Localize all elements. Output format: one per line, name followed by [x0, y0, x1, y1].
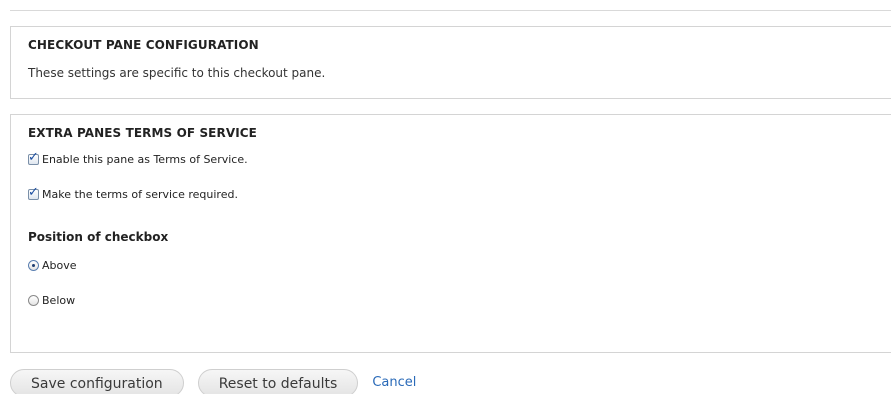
enable-terms-pane-checkbox[interactable]: ✓ — [28, 150, 39, 165]
position-above-label: Above — [42, 259, 77, 272]
extra-panes-terms-legend: EXTRA PANES TERMS OF SERVICE — [28, 126, 257, 140]
checkmark-icon: ✓ — [28, 185, 39, 200]
page: CHECKOUT PANE CONFIGURATION These settin… — [0, 0, 891, 394]
position-of-checkbox-title: Position of checkbox — [28, 230, 169, 244]
extra-panes-terms-fieldset: EXTRA PANES TERMS OF SERVICE ✓ Enable th… — [10, 114, 891, 353]
terms-required-checkbox[interactable]: ✓ — [28, 185, 39, 200]
checkout-pane-description: These settings are specific to this chec… — [28, 66, 326, 80]
position-above-option[interactable]: Above — [28, 259, 77, 272]
radio-selected-dot-icon — [32, 264, 35, 267]
enable-terms-pane-label: Enable this pane as Terms of Service. — [42, 153, 248, 166]
position-below-label: Below — [42, 294, 76, 307]
checkout-pane-configuration-fieldset: CHECKOUT PANE CONFIGURATION These settin… — [10, 26, 891, 99]
terms-required-label: Make the terms of service required. — [42, 188, 238, 201]
form-actions: Save configuration Reset to defaults Can… — [10, 369, 416, 394]
checkmark-icon: ✓ — [28, 150, 39, 165]
reset-to-defaults-button[interactable]: Reset to defaults — [197, 369, 359, 394]
position-below-radio[interactable] — [28, 295, 39, 306]
checkout-pane-configuration-legend: CHECKOUT PANE CONFIGURATION — [28, 38, 259, 52]
position-above-radio[interactable] — [28, 260, 39, 271]
terms-required-option[interactable]: ✓ Make the terms of service required. — [28, 185, 238, 201]
cancel-link[interactable]: Cancel — [372, 369, 416, 394]
top-divider — [10, 10, 891, 11]
enable-terms-pane-option[interactable]: ✓ Enable this pane as Terms of Service. — [28, 150, 248, 166]
position-below-option[interactable]: Below — [28, 294, 75, 307]
save-configuration-button[interactable]: Save configuration — [10, 369, 184, 394]
